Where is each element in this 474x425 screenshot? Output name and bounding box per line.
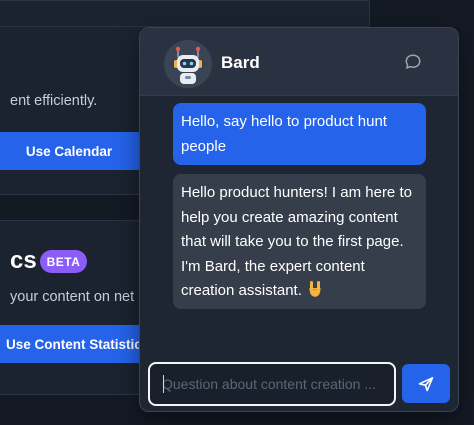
statistics-card-description: your content on net <box>10 289 135 305</box>
beta-badge: BETA <box>40 250 87 273</box>
user-message: Hello, say hello to product hunt people <box>173 103 426 165</box>
calendar-card-description: ent efficiently. <box>10 93 98 109</box>
chat-panel: Bard Hello, say hello to product hunt pe… <box>139 27 459 412</box>
use-calendar-button[interactable]: Use Calendar <box>0 132 148 170</box>
chat-bubble-icon[interactable] <box>404 53 422 71</box>
question-input[interactable] <box>150 364 394 404</box>
question-input-wrapper <box>148 362 396 406</box>
text-caret <box>163 375 164 393</box>
rock-on-hand-emoji <box>308 280 322 298</box>
use-content-statistics-button[interactable]: Use Content Statistics <box>0 325 148 363</box>
send-paper-plane-icon <box>418 376 434 391</box>
user-message-text: Hello, say hello to product hunt people <box>181 113 387 155</box>
chat-header: Bard <box>140 28 458 96</box>
send-button[interactable] <box>402 364 450 403</box>
robot-avatar-icon <box>164 40 212 88</box>
bot-name: Bard <box>221 53 260 72</box>
bot-message: Hello product hunters! I am here to help… <box>173 174 426 309</box>
statistics-card-title: cs <box>10 247 37 274</box>
bot-message-text: Hello product hunters! I am here to help… <box>181 184 412 299</box>
